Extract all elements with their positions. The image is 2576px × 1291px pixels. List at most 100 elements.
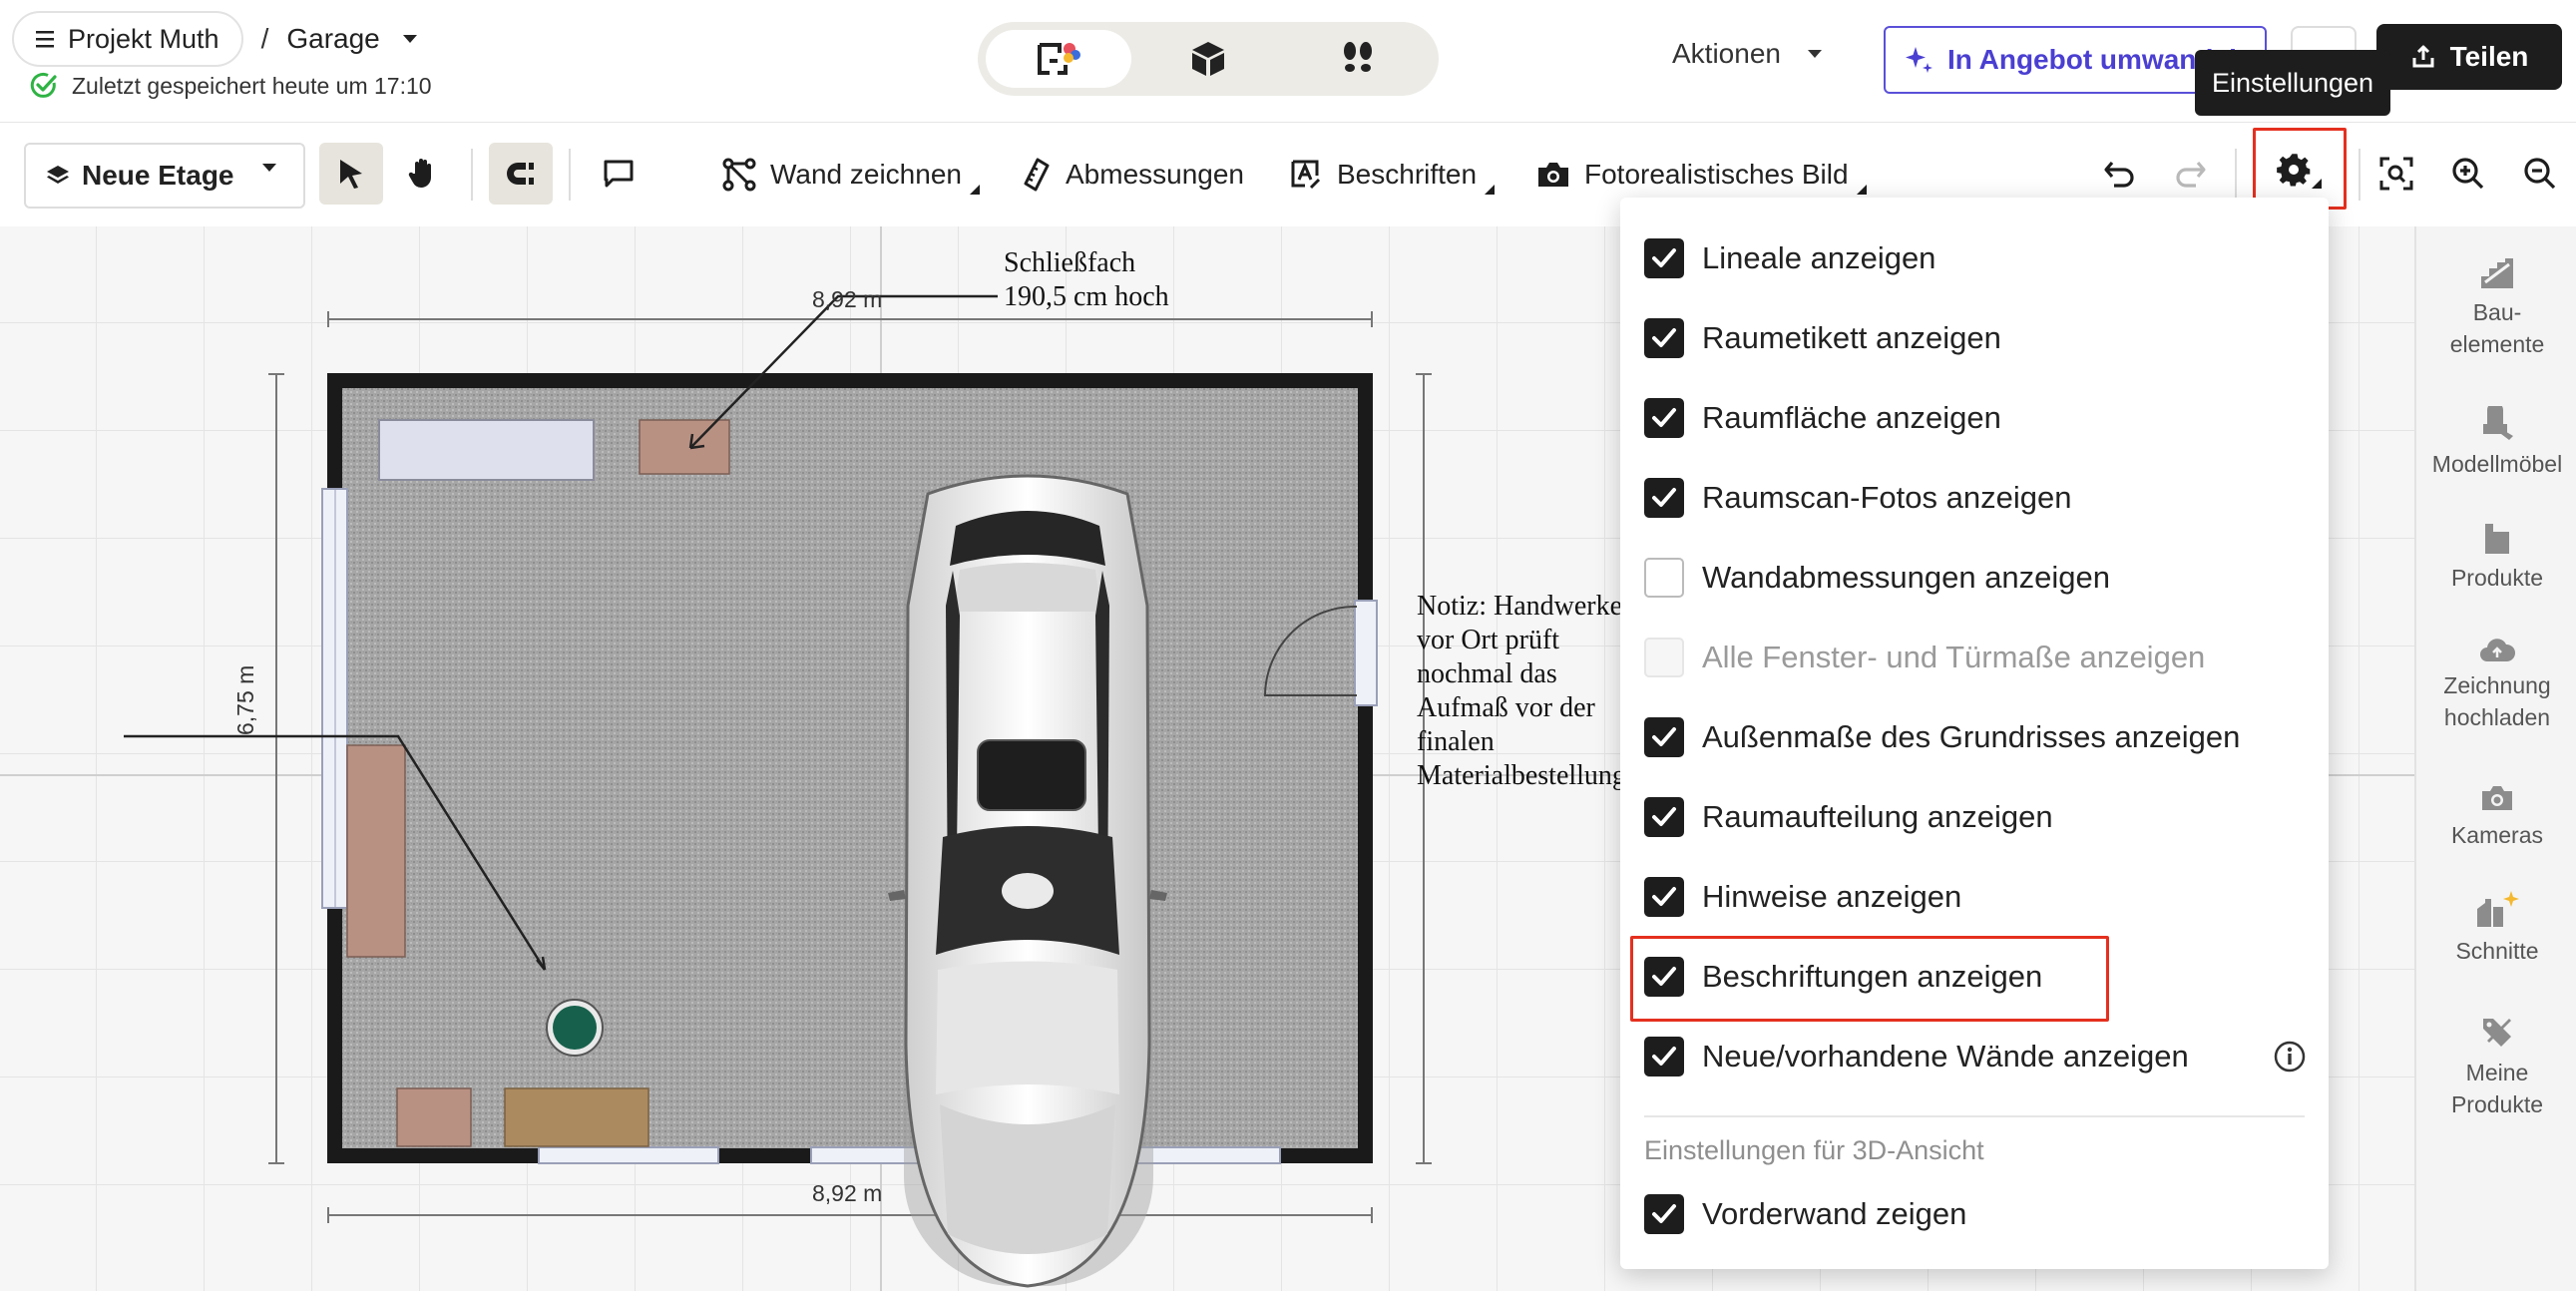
view-mode-switch: [978, 22, 1439, 96]
labels-label: Beschriften: [1337, 159, 1478, 190]
corner-caret-icon: [1485, 185, 1496, 195]
checkbox-checked-icon[interactable]: [1644, 478, 1684, 518]
note-callout[interactable]: Notiz: Handwerker vor Ort prüft nochmal …: [1417, 590, 1631, 793]
corner-caret-icon: [1856, 185, 1867, 195]
actions-label: Aktionen: [1672, 38, 1781, 69]
sections-icon: [2477, 891, 2519, 927]
share-button[interactable]: Teilen: [2376, 24, 2562, 90]
model-furniture-icon: [2483, 406, 2513, 440]
redo-button[interactable]: [2163, 143, 2219, 205]
sidebar-item-sections[interactable]: Schnitte: [2416, 889, 2576, 967]
my-products-icon: [2483, 1019, 2511, 1047]
toolbar-divider: [2359, 149, 2361, 201]
sidebar-label: Kameras: [2450, 822, 2544, 848]
undo-icon: [2104, 161, 2134, 188]
dimension-left-label: 6,75 m: [232, 664, 258, 735]
pan-tool-button[interactable]: [391, 143, 455, 205]
zoom-in-button[interactable]: [2440, 143, 2496, 205]
ruler-icon: [1024, 158, 1050, 192]
settings-option[interactable]: Raumscan-Fotos anzeigen: [1644, 473, 2071, 523]
save-status-text: Zuletzt gespeichert heute um 17:10: [72, 72, 432, 99]
settings-option[interactable]: Raumetikett anzeigen: [1644, 313, 2001, 363]
settings-option[interactable]: Raumfläche anzeigen: [1644, 393, 2001, 443]
dimension-top-label: 8,92 m: [812, 286, 883, 312]
sidebar-item-building-elements[interactable]: Bau- elemente: [2416, 256, 2576, 360]
checkbox-checked-icon[interactable]: [1644, 797, 1684, 837]
settings-option[interactable]: Lineale anzeigen: [1644, 233, 1935, 283]
labels-tool[interactable]: Beschriften: [1289, 149, 1496, 201]
share-label: Teilen: [2449, 41, 2529, 72]
walk-footsteps-icon: [1344, 42, 1372, 72]
option-label: Alle Fenster- und Türmaße anzeigen: [1702, 640, 2206, 674]
toolbar-divider: [569, 149, 571, 201]
camera-icon: [1538, 163, 1568, 187]
gear-icon: [2277, 154, 2322, 189]
new-floor-button[interactable]: Neue Etage: [24, 143, 305, 209]
camera-icon: [2482, 786, 2512, 810]
comment-bubble-icon: [604, 160, 634, 188]
checkbox-checked-icon[interactable]: [1644, 398, 1684, 438]
settings-option[interactable]: Neue/vorhandene Wände anzeigen: [1644, 1032, 2306, 1081]
project-menu-button[interactable]: Projekt Muth: [12, 11, 243, 67]
photoreal-image-tool[interactable]: Fotorealistisches Bild: [1536, 149, 1867, 201]
option-label: Raumscan-Fotos anzeigen: [1702, 480, 2072, 515]
zoom-out-button[interactable]: [2512, 143, 2568, 205]
checkbox-checked-icon[interactable]: [1644, 877, 1684, 917]
sidebar-item-my-products[interactable]: Meine Produkte: [2416, 1015, 2576, 1120]
settings-option[interactable]: Beschriftungen anzeigen: [1644, 952, 2042, 1002]
sidebar-item-upload-drawing[interactable]: Zeichnung hochladen: [2416, 636, 2576, 733]
checkbox-checked-icon[interactable]: [1644, 957, 1684, 997]
floor-selector[interactable]: Garage: [286, 23, 417, 55]
sidebar-item-cameras[interactable]: Kameras: [2416, 783, 2576, 851]
view-2d-button[interactable]: [986, 30, 1131, 88]
select-tool-button[interactable]: [319, 143, 383, 205]
new-floor-label: Neue Etage: [82, 160, 234, 191]
upload-cloud-icon: [2480, 639, 2515, 661]
undo-button[interactable]: [2091, 143, 2147, 205]
settings-option[interactable]: Raumaufteilung anzeigen: [1644, 792, 2053, 842]
locker-callout[interactable]: Schließfach 190,5 cm hoch: [1004, 246, 1169, 314]
draw-wall-tool[interactable]: Wand zeichnen: [722, 149, 980, 201]
option-front-wall[interactable]: Vorderwand zeigen: [1644, 1189, 1966, 1239]
label-text-icon: [1291, 160, 1321, 190]
fit-view-button[interactable]: [2368, 143, 2424, 205]
chevron-down-icon: [402, 35, 417, 43]
chevron-down-icon: [262, 164, 276, 172]
section-3d-title: Einstellungen für 3D-Ansicht: [1644, 1135, 1984, 1165]
dimensions-tool[interactable]: Abmessungen: [1022, 149, 1244, 201]
note-line: Materialbestellung: [1417, 760, 1626, 791]
settings-option[interactable]: Außenmaße des Grundrisses anzeigen: [1644, 712, 2240, 762]
settings-option[interactable]: Hinweise anzeigen: [1644, 872, 1961, 922]
sidebar-item-model-furniture[interactable]: Modellmöbel: [2416, 406, 2576, 480]
save-status: Zuletzt gespeichert heute um 17:10: [30, 72, 432, 100]
breadcrumb-separator: /: [260, 23, 269, 54]
note-line: Aufmaß vor der: [1417, 692, 1595, 723]
settings-option[interactable]: Wandabmessungen anzeigen: [1644, 553, 2110, 603]
snap-magnet-button[interactable]: [489, 143, 553, 205]
checkbox-empty-icon[interactable]: [1644, 558, 1684, 598]
sidebar-item-products[interactable]: Produkte: [2416, 520, 2576, 594]
checkbox-empty-icon: [1644, 638, 1684, 677]
note-line: nochmal das: [1417, 658, 1557, 689]
actions-menu[interactable]: Aktionen: [1672, 38, 1823, 70]
comment-tool-button[interactable]: [587, 143, 650, 205]
locker-callout-line-1: Schließfach: [1004, 247, 1136, 278]
view-3d-button[interactable]: [1135, 30, 1281, 88]
draw-wall-label: Wand zeichnen: [770, 159, 962, 190]
option-label: Neue/vorhandene Wände anzeigen: [1702, 1039, 2189, 1074]
checkbox-checked-icon[interactable]: [1644, 238, 1684, 278]
redo-icon: [2176, 161, 2206, 188]
breadcrumb: Projekt Muth / Garage: [12, 11, 418, 67]
checkbox-checked-icon[interactable]: [1644, 1194, 1684, 1234]
view-walk-button[interactable]: [1285, 30, 1431, 88]
checkbox-checked-icon[interactable]: [1644, 318, 1684, 358]
info-icon[interactable]: [2273, 1040, 2307, 1074]
checkbox-checked-icon[interactable]: [1644, 717, 1684, 757]
cursor-arrow-icon: [340, 160, 362, 189]
3d-box-icon: [1192, 42, 1224, 76]
dimension-bottom-label: 8,92 m: [812, 1180, 883, 1206]
toolbar-divider: [2235, 149, 2237, 201]
option-label: Raumfläche anzeigen: [1702, 400, 2001, 435]
settings-option: Alle Fenster- und Türmaße anzeigen: [1644, 633, 2205, 682]
checkbox-checked-icon[interactable]: [1644, 1037, 1684, 1076]
